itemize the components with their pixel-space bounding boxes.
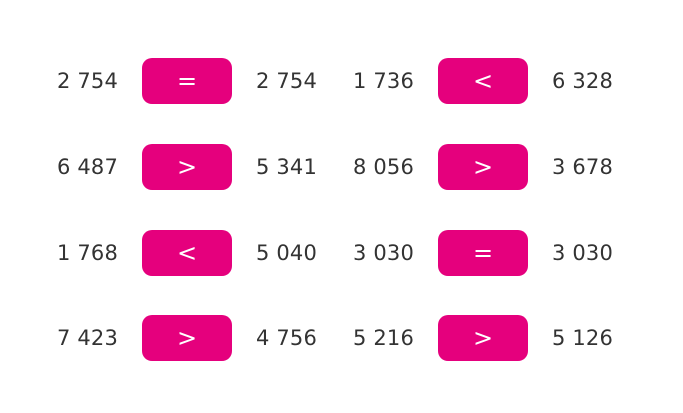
right-number: 3 678: [551, 155, 614, 179]
comparison-operator-button[interactable]: >: [438, 315, 528, 361]
comparison-row: 2 754 = 2 754 1 736 < 6 328: [0, 58, 683, 104]
left-number: 8 056: [352, 155, 415, 179]
comparison-operator-button[interactable]: <: [142, 230, 232, 276]
left-number: 7 423: [56, 326, 119, 350]
comparison-operator-button[interactable]: <: [438, 58, 528, 104]
comparison-row: 7 423 > 4 756 5 216 > 5 126: [0, 315, 683, 361]
left-number: 2 754: [56, 69, 119, 93]
right-number: 4 756: [255, 326, 318, 350]
right-number: 5 040: [255, 241, 318, 265]
comparison-operator-button[interactable]: >: [438, 144, 528, 190]
right-number: 2 754: [255, 69, 318, 93]
right-number: 3 030: [551, 241, 614, 265]
comparison-row: 1 768 < 5 040 3 030 = 3 030: [0, 230, 683, 276]
right-number: 6 328: [551, 69, 614, 93]
comparison-operator-button[interactable]: =: [142, 58, 232, 104]
comparison-operator-button[interactable]: =: [438, 230, 528, 276]
left-number: 1 768: [56, 241, 119, 265]
left-number: 1 736: [352, 69, 415, 93]
left-number: 6 487: [56, 155, 119, 179]
comparison-operator-button[interactable]: >: [142, 144, 232, 190]
comparison-operator-button[interactable]: >: [142, 315, 232, 361]
left-number: 5 216: [352, 326, 415, 350]
comparison-grid: 2 754 = 2 754 1 736 < 6 328 6 487 > 5 34…: [0, 0, 683, 413]
left-number: 3 030: [352, 241, 415, 265]
right-number: 5 341: [255, 155, 318, 179]
comparison-row: 6 487 > 5 341 8 056 > 3 678: [0, 144, 683, 190]
right-number: 5 126: [551, 326, 614, 350]
